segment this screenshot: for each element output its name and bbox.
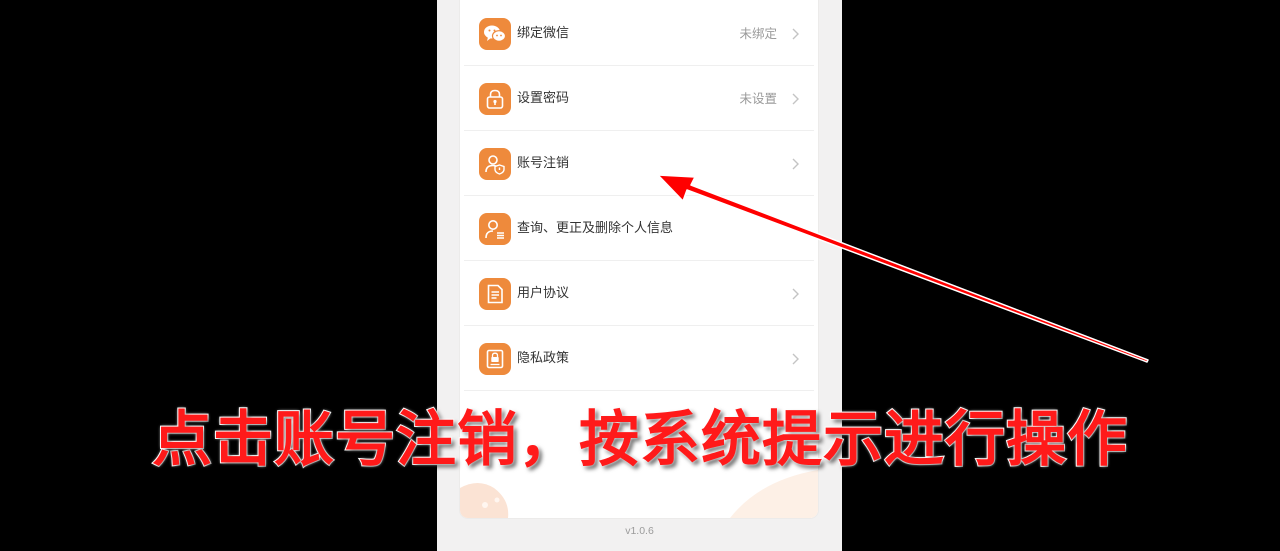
menu-item-label: 隐私政策 xyxy=(517,351,570,366)
menu-item-privacy-policy[interactable]: 隐私政策 xyxy=(460,326,818,391)
menu-item-label: 设置密码 xyxy=(517,91,570,106)
menu-item-status: 未设置 xyxy=(739,91,777,106)
divider xyxy=(464,390,814,391)
user-shield-icon xyxy=(479,148,511,180)
chevron-right-icon xyxy=(788,27,802,41)
menu-item-account-cancellation[interactable]: 账号注销 xyxy=(460,131,818,196)
lock-document-icon xyxy=(479,343,511,375)
menu-item-bind-wechat[interactable]: 绑定微信 未绑定 xyxy=(460,1,818,66)
menu-item-user-agreement[interactable]: 用户协议 xyxy=(460,261,818,326)
menu-item-set-password[interactable]: 设置密码 未设置 xyxy=(460,66,818,131)
wechat-icon xyxy=(479,18,511,50)
lock-icon xyxy=(479,83,511,115)
menu-item-personal-info[interactable]: 查询、更正及删除个人信息 xyxy=(460,196,818,261)
instruction-caption: 点击账号注销，按系统提示进行操作 xyxy=(151,404,1128,476)
menu-item-label: 用户协议 xyxy=(517,286,570,301)
chevron-right-icon xyxy=(788,157,802,171)
chevron-right-icon xyxy=(788,92,802,106)
chevron-right-icon xyxy=(788,352,802,366)
chevron-right-icon xyxy=(788,287,802,301)
user-list-icon xyxy=(479,213,511,245)
document-icon xyxy=(479,278,511,310)
menu-item-label: 账号注销 xyxy=(517,156,570,171)
menu-item-label: 绑定微信 xyxy=(517,26,570,41)
menu-item-status: 未绑定 xyxy=(739,26,777,41)
app-version: v1.0.6 xyxy=(625,525,654,537)
menu-item-label: 查询、更正及删除个人信息 xyxy=(517,221,674,236)
